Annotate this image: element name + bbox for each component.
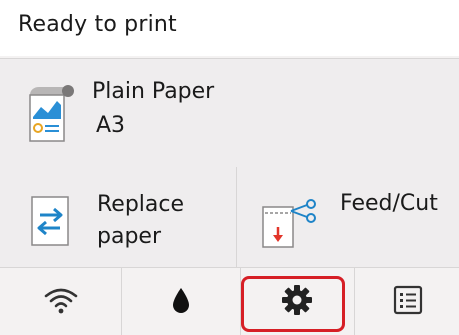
replace-label-line2: paper — [97, 224, 161, 249]
replace-label-line1: Replace — [97, 192, 185, 217]
list-icon — [393, 285, 423, 319]
replace-paper-label: Replace paper — [97, 189, 184, 253]
wifi-button[interactable] — [0, 268, 122, 335]
replace-paper-icon — [30, 195, 74, 249]
ink-button[interactable] — [122, 268, 241, 335]
feed-cut-label: Feed/Cut — [340, 191, 438, 216]
ink-drop-icon — [171, 286, 191, 318]
gear-icon — [281, 284, 313, 320]
status-text: Ready to print — [18, 12, 177, 37]
status-bar: Ready to print — [0, 0, 459, 56]
settings-button[interactable] — [241, 268, 353, 335]
paper-type-label: Plain Paper — [92, 79, 215, 104]
replace-paper-button[interactable]: Replace paper — [0, 167, 237, 267]
wifi-icon — [43, 285, 79, 319]
action-row: Replace paper Feed/Cut — [0, 167, 459, 268]
menu-button[interactable] — [354, 268, 459, 335]
plain-paper-icon — [24, 81, 76, 143]
feed-cut-icon — [261, 197, 321, 249]
feed-cut-button[interactable]: Feed/Cut — [237, 167, 459, 267]
bottom-nav-bar — [0, 268, 459, 335]
paper-size-label: A3 — [96, 113, 126, 138]
paper-settings-panel[interactable]: Plain Paper A3 — [0, 58, 459, 168]
printer-home-screen: Ready to print Plain Paper A3 Replace pa… — [0, 0, 459, 335]
